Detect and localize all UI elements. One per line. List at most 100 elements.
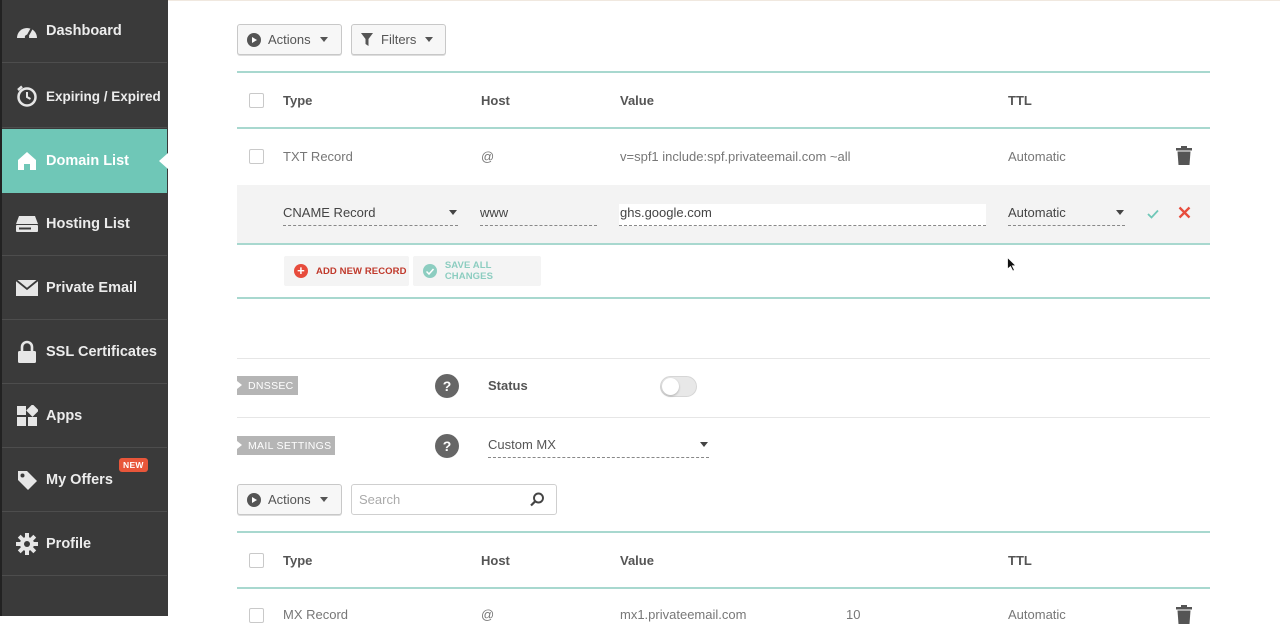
- sidebar: Dashboard Expiring / Expired Domain List…: [0, 0, 168, 616]
- sidebar-item-domain-list[interactable]: Domain List: [2, 129, 168, 193]
- dnssec-status-toggle[interactable]: [660, 376, 697, 397]
- record-type: TXT Record: [283, 149, 353, 164]
- host-input-value: www: [480, 205, 509, 220]
- mail-settings-select[interactable]: Custom MX: [488, 436, 709, 458]
- column-header-value: Value: [620, 93, 654, 108]
- plus-circle-icon: +: [294, 264, 308, 278]
- section-divider: [237, 417, 1210, 418]
- dashboard-gauge-icon: [15, 19, 39, 43]
- new-badge: NEW: [119, 458, 148, 472]
- lock-icon: [15, 340, 39, 364]
- trash-icon[interactable]: [1176, 146, 1192, 170]
- search-icon[interactable]: [530, 492, 545, 512]
- sidebar-item-label: Hosting List: [46, 216, 130, 232]
- cancel-close-icon[interactable]: [1178, 206, 1191, 224]
- sidebar-item-label: My Offers: [46, 472, 113, 488]
- section-divider: [237, 358, 1210, 359]
- chevron-down-icon: [425, 37, 434, 42]
- actions-label: Actions: [268, 492, 311, 507]
- sidebar-item-label: Apps: [46, 408, 83, 424]
- ttl-select-value: Automatic: [1008, 205, 1066, 220]
- mail-column-header-host: Host: [481, 553, 510, 568]
- record-type: MX Record: [283, 607, 349, 622]
- trash-icon[interactable]: [1176, 605, 1192, 629]
- value-input[interactable]: ghs.google.com: [619, 204, 986, 226]
- row-checkbox[interactable]: [249, 149, 264, 164]
- filters-label: Filters: [381, 32, 417, 47]
- search-input[interactable]: [359, 492, 519, 507]
- filters-button[interactable]: Filters: [351, 24, 446, 55]
- apps-grid-icon: [15, 404, 39, 428]
- mail-actions-button[interactable]: Actions: [237, 484, 342, 515]
- record-type-select-value: CNAME Record: [283, 205, 376, 220]
- sidebar-item-label: Expiring / Expired: [46, 88, 161, 104]
- chevron-down-icon: [319, 497, 328, 502]
- tag-icon: [15, 468, 39, 492]
- table-bottom-border: [237, 297, 1210, 299]
- save-all-changes-button[interactable]: SAVE ALL CHANGES: [413, 256, 541, 286]
- sidebar-item-apps[interactable]: Apps: [2, 385, 167, 448]
- envelope-icon: [15, 276, 39, 300]
- sidebar-item-my-offers[interactable]: My Offers NEW: [2, 449, 167, 512]
- play-circle-icon: [247, 32, 261, 47]
- host-input[interactable]: www: [480, 204, 597, 226]
- sidebar-item-label: SSL Certificates: [46, 344, 157, 360]
- save-all-changes-label: SAVE ALL CHANGES: [444, 260, 494, 282]
- actions-label: Actions: [268, 32, 311, 47]
- record-value: v=spf1 include:spf.privateemail.com ~all: [620, 149, 851, 164]
- mail-settings-help-icon[interactable]: ?: [435, 434, 459, 458]
- table-top-border: [237, 71, 1210, 73]
- add-new-record-label: ADD NEW RECORD: [316, 265, 407, 277]
- sidebar-item-dashboard[interactable]: Dashboard: [2, 0, 167, 63]
- mail-select-all-checkbox[interactable]: [249, 553, 264, 568]
- filter-icon: [361, 33, 373, 46]
- mail-table-top-border: [237, 531, 1210, 533]
- table-header-border: [237, 127, 1210, 129]
- top-border: [168, 0, 1280, 1]
- column-header-type: Type: [283, 93, 313, 108]
- select-all-checkbox[interactable]: [249, 93, 264, 108]
- chevron-down-icon: [1116, 210, 1124, 215]
- record-priority: 10: [846, 607, 861, 622]
- mail-table-header-border: [237, 587, 1210, 589]
- record-host: @: [481, 149, 495, 164]
- chevron-down-icon: [449, 210, 457, 215]
- clock-icon: [15, 84, 39, 108]
- column-header-ttl: TTL: [1008, 93, 1032, 108]
- sidebar-item-ssl-certificates[interactable]: SSL Certificates: [2, 321, 167, 384]
- dnssec-status-label: Status: [488, 378, 528, 393]
- chevron-down-icon: [700, 442, 708, 447]
- edit-row-border: [237, 243, 1210, 245]
- mail-settings-tag-label: MAIL SETTINGS: [248, 439, 332, 452]
- sidebar-item-expiring[interactable]: Expiring / Expired: [2, 65, 167, 128]
- mail-column-header-ttl: TTL: [1008, 553, 1032, 568]
- home-icon: [15, 149, 39, 173]
- column-header-host: Host: [481, 93, 510, 108]
- dnssec-help-icon[interactable]: ?: [435, 374, 459, 398]
- ttl-select[interactable]: Automatic: [1008, 204, 1125, 226]
- record-ttl: Automatic: [1008, 607, 1066, 622]
- gear-icon: [15, 532, 39, 556]
- dnssec-tag-label: DNSSEC: [248, 379, 294, 392]
- sidebar-item-label: Profile: [46, 536, 92, 552]
- sidebar-item-label: Dashboard: [46, 23, 122, 39]
- sidebar-item-profile[interactable]: Profile: [2, 513, 167, 576]
- record-host: @: [481, 607, 495, 622]
- mail-column-header-value: Value: [620, 553, 654, 568]
- play-circle-icon: [247, 492, 261, 507]
- sidebar-item-label: Private Email: [46, 280, 138, 296]
- confirm-check-icon[interactable]: [1147, 206, 1159, 224]
- sidebar-item-label: Domain List: [46, 153, 129, 169]
- record-type-select[interactable]: CNAME Record: [283, 204, 458, 226]
- mouse-cursor-icon: [1007, 256, 1017, 277]
- add-new-record-button[interactable]: + ADD NEW RECORD: [284, 256, 409, 286]
- server-icon: [15, 212, 39, 236]
- check-circle-icon: [423, 264, 437, 278]
- actions-button[interactable]: Actions: [237, 24, 342, 55]
- mail-column-header-type: Type: [283, 553, 313, 568]
- sidebar-item-hosting-list[interactable]: Hosting List: [2, 193, 167, 256]
- value-input-value: ghs.google.com: [620, 205, 712, 220]
- mail-settings-tag: MAIL SETTINGS: [237, 436, 335, 455]
- chevron-down-icon: [319, 37, 328, 42]
- sidebar-item-private-email[interactable]: Private Email: [2, 257, 167, 320]
